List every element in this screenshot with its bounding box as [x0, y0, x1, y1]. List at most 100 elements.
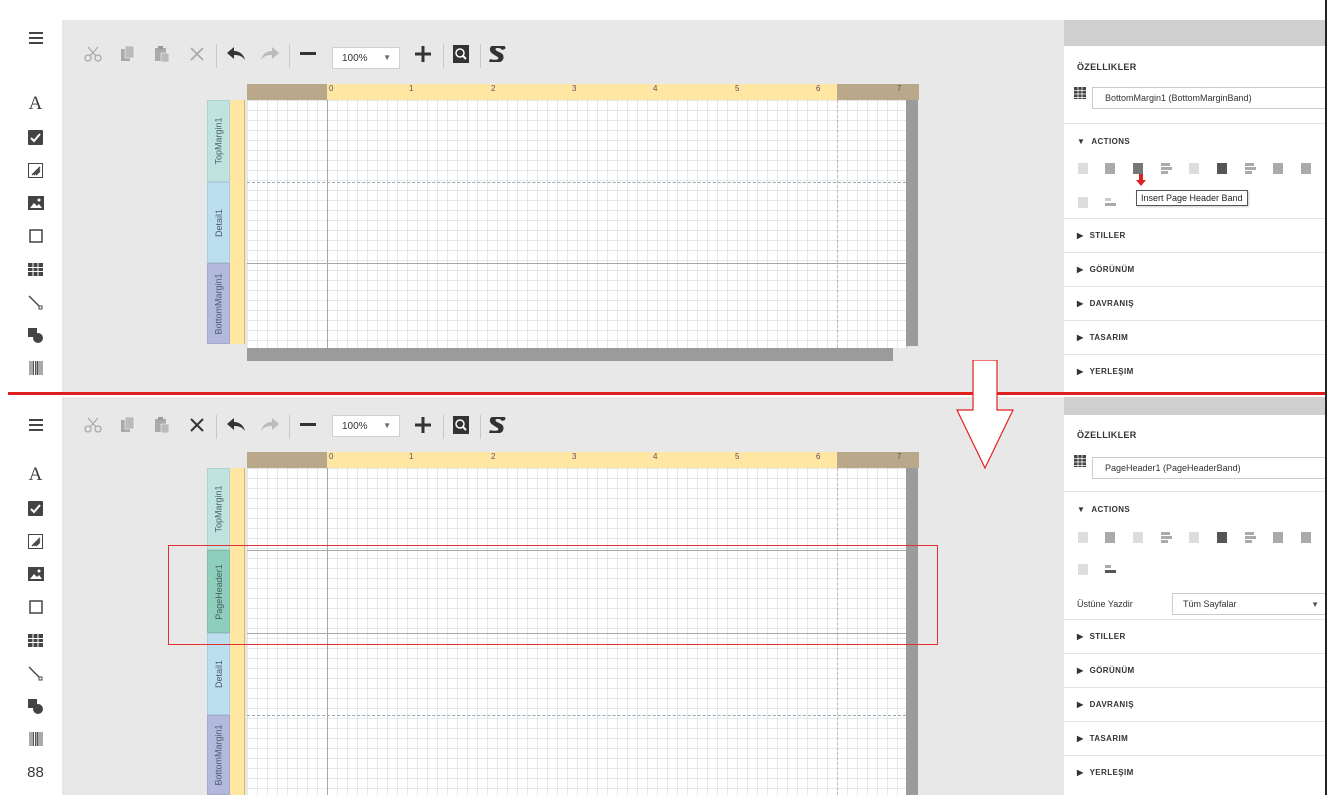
section-actions[interactable]: ▼ ACTIONS	[1064, 491, 1326, 527]
band-tab-topmargin[interactable]: TopMargin1	[207, 100, 230, 182]
line-icon[interactable]	[8, 659, 63, 687]
picture-box-icon[interactable]	[8, 560, 63, 588]
menu-icon[interactable]	[8, 24, 63, 52]
undo-icon[interactable]	[223, 42, 249, 66]
delete-icon[interactable]	[184, 42, 210, 66]
rich-text-icon[interactable]	[8, 156, 63, 184]
script-icon[interactable]	[484, 42, 510, 66]
insert-band-icon[interactable]	[1244, 531, 1256, 544]
redo-icon[interactable]	[257, 42, 283, 66]
insert-band-icon[interactable]	[1300, 162, 1312, 175]
undo-icon[interactable]	[223, 413, 249, 437]
report-page[interactable]	[247, 100, 907, 348]
section-label: STILLER	[1089, 231, 1126, 240]
zoom-out-icon[interactable]	[295, 413, 321, 437]
section-actions[interactable]: ▼ ACTIONS	[1064, 123, 1326, 159]
zoom-in-icon[interactable]	[410, 413, 436, 437]
zoom-in-icon[interactable]	[410, 42, 436, 66]
section-stiller[interactable]: ▶ STILLER	[1064, 619, 1326, 653]
insert-band-icon[interactable]	[1077, 531, 1089, 544]
insert-band-icon[interactable]	[1104, 162, 1116, 175]
insert-band-icon[interactable]	[1104, 196, 1116, 209]
section-stiller[interactable]: ▶ STILLER	[1064, 218, 1326, 252]
section-gorunum[interactable]: ▶ GÖRÜNÜM	[1064, 252, 1326, 286]
panel-icon[interactable]	[8, 593, 63, 621]
ruler-label: 5	[735, 84, 740, 93]
copy-icon[interactable]	[115, 42, 141, 66]
ruler-label: 0	[329, 452, 334, 461]
design-surface: 100% ▼ 0 1 2 3 4 5 6 7	[63, 397, 1064, 795]
component-selector[interactable]: PageHeader1 (PageHeaderBand)	[1092, 457, 1326, 479]
table-icon[interactable]	[8, 626, 63, 654]
character-comb-icon[interactable]: 88	[8, 758, 63, 786]
preview-icon[interactable]	[448, 413, 474, 437]
band-tab-bottommargin[interactable]: BottomMargin1	[207, 715, 230, 795]
band-tab-detail[interactable]: Detail1	[207, 182, 230, 263]
redo-icon[interactable]	[257, 413, 283, 437]
insert-band-icon[interactable]	[1160, 531, 1172, 544]
insert-band-icon[interactable]	[1188, 162, 1200, 175]
section-davranis[interactable]: ▶ DAVRANIŞ	[1064, 687, 1326, 721]
delete-icon[interactable]	[184, 413, 210, 437]
cut-icon[interactable]	[80, 42, 106, 66]
insert-band-icon[interactable]	[1077, 563, 1089, 576]
chevron-down-icon: ▼	[383, 421, 391, 430]
band-tab-bottommargin[interactable]: BottomMargin1	[207, 263, 230, 344]
checkbox-icon[interactable]	[8, 123, 63, 151]
ruler-label: 2	[491, 452, 496, 461]
vertical-scrollbar[interactable]	[906, 100, 918, 346]
insert-band-icon[interactable]	[1216, 162, 1228, 175]
paste-icon[interactable]	[149, 42, 175, 66]
band-tab-detail[interactable]: Detail1	[207, 633, 230, 715]
insert-band-icon[interactable]	[1244, 162, 1256, 175]
picture-box-icon[interactable]	[8, 189, 63, 217]
insert-band-icon[interactable]	[1077, 196, 1089, 209]
zoom-out-icon[interactable]	[295, 42, 321, 66]
section-yerlesim[interactable]: ▶ YERLEŞIM	[1064, 755, 1326, 789]
insert-band-icon[interactable]	[1300, 531, 1312, 544]
insert-band-icon[interactable]	[1188, 531, 1200, 544]
toolbar-separator	[443, 415, 444, 439]
paste-icon[interactable]	[149, 413, 175, 437]
text-label-icon[interactable]: A	[8, 90, 63, 118]
toolbar: 100% ▼	[63, 20, 1064, 69]
menu-icon[interactable]	[8, 411, 63, 439]
band-separator	[247, 182, 906, 183]
band-label: TopMargin1	[213, 485, 224, 533]
insert-band-icon[interactable]	[1104, 563, 1116, 576]
horizontal-scrollbar[interactable]	[247, 348, 893, 361]
insert-band-icon[interactable]	[1272, 162, 1284, 175]
copy-icon[interactable]	[115, 413, 141, 437]
print-on-select[interactable]: Tüm Sayfalar ▼	[1172, 593, 1326, 615]
barcode-icon[interactable]	[8, 725, 63, 753]
insert-band-icon[interactable]	[1077, 162, 1089, 175]
insert-band-icon[interactable]	[1272, 531, 1284, 544]
zoom-select[interactable]: 100% ▼	[332, 415, 400, 437]
table-icon[interactable]	[8, 255, 63, 283]
cut-icon[interactable]	[80, 413, 106, 437]
panel-icon[interactable]	[8, 222, 63, 250]
section-tasarim[interactable]: ▶ TASARIM	[1064, 320, 1326, 354]
checkbox-icon[interactable]	[8, 494, 63, 522]
barcode-icon[interactable]	[8, 354, 63, 382]
text-label-icon[interactable]: A	[8, 461, 63, 489]
section-gorunum[interactable]: ▶ GÖRÜNÜM	[1064, 653, 1326, 687]
script-icon[interactable]	[484, 413, 510, 437]
component-selector[interactable]: BottomMargin1 (BottomMarginBand)	[1092, 87, 1326, 109]
insert-band-icon[interactable]	[1216, 531, 1228, 544]
band-tab-topmargin[interactable]: TopMargin1	[207, 468, 230, 550]
shape-icon[interactable]	[8, 321, 63, 349]
action-tooltip: Insert Page Header Band	[1136, 190, 1248, 206]
band-label: Detail1	[213, 659, 224, 689]
insert-band-icon[interactable]	[1160, 162, 1172, 175]
section-davranis[interactable]: ▶ DAVRANIŞ	[1064, 286, 1326, 320]
preview-icon[interactable]	[448, 42, 474, 66]
shape-icon[interactable]	[8, 692, 63, 720]
zoom-select[interactable]: 100% ▼	[332, 47, 400, 69]
section-yerlesim[interactable]: ▶ YERLEŞIM	[1064, 354, 1326, 388]
rich-text-icon[interactable]	[8, 527, 63, 555]
section-tasarim[interactable]: ▶ TASARIM	[1064, 721, 1326, 755]
insert-band-icon[interactable]	[1132, 531, 1144, 544]
insert-band-icon[interactable]	[1104, 531, 1116, 544]
line-icon[interactable]	[8, 288, 63, 316]
